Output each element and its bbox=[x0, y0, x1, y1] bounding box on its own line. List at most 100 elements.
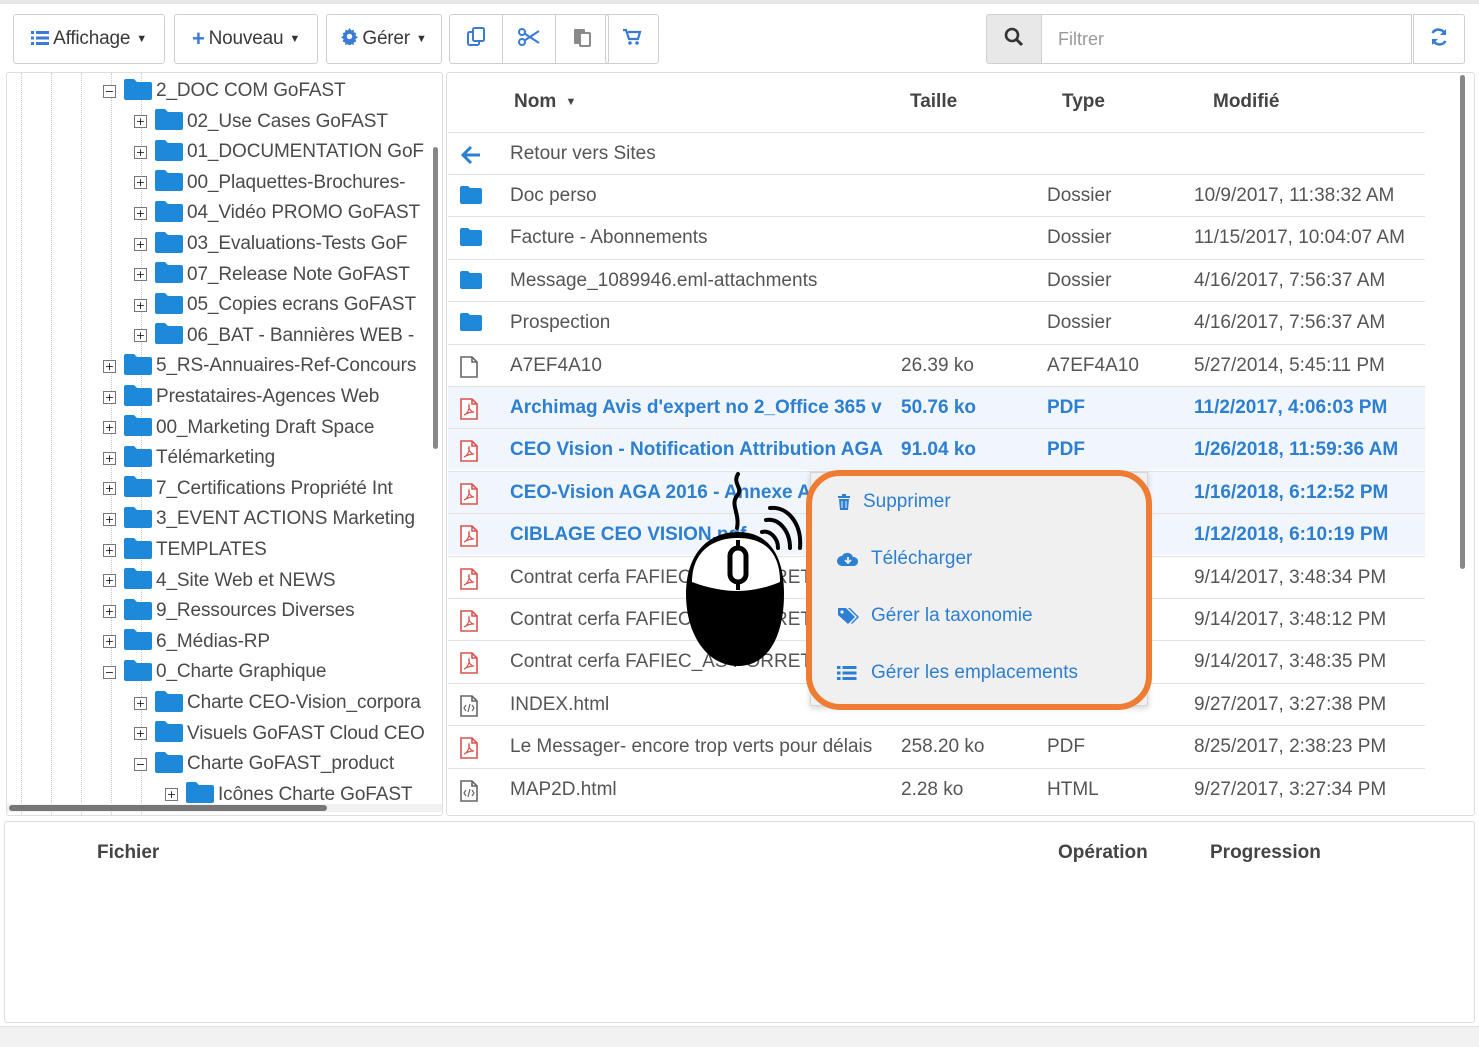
file-row[interactable]: MAP2D.html 2.28 ko HTML 9/27/2017, 3:27:34 … bbox=[448, 767, 1425, 810]
context-menu-delete[interactable]: Supprimer bbox=[837, 487, 951, 517]
tree-item[interactable]: +7_Certifications Propriété Int bbox=[103, 474, 393, 504]
file-type: Dossier bbox=[1047, 269, 1112, 291]
cart-icon bbox=[622, 28, 642, 51]
tree-item[interactable]: +9_Ressources Diverses bbox=[103, 596, 355, 626]
tree-item[interactable]: − 2_DOC COM GoFAST bbox=[103, 76, 346, 106]
tree-guide-line bbox=[51, 73, 52, 815]
tree-item[interactable]: +05_Copies ecrans GoFAST bbox=[134, 290, 416, 320]
column-header-modified[interactable]: Modifié bbox=[1213, 91, 1280, 113]
taxonomy-label: Gérer la taxonomie bbox=[871, 605, 1033, 626]
context-menu-taxonomy[interactable]: Gérer la taxonomie bbox=[837, 601, 1033, 631]
tree-item[interactable]: + Icônes Charte GoFAST bbox=[165, 780, 413, 810]
expand-icon[interactable]: + bbox=[103, 543, 116, 557]
tree-item[interactable]: +3_EVENT ACTIONS Marketing bbox=[103, 504, 415, 534]
new-dropdown-button[interactable]: + Nouveau ▼ bbox=[174, 14, 318, 64]
tree-item[interactable]: − 0_Charte Graphique bbox=[103, 657, 326, 687]
tree-item[interactable]: + Visuels GoFAST Cloud CEO bbox=[134, 719, 425, 749]
context-menu-download[interactable]: Télécharger bbox=[837, 544, 972, 574]
expand-icon[interactable]: + bbox=[103, 451, 116, 465]
collapse-icon[interactable]: − bbox=[103, 665, 116, 679]
expand-icon[interactable]: + bbox=[134, 727, 147, 741]
file-list-vertical-scrollbar[interactable] bbox=[1460, 75, 1465, 569]
folder-icon bbox=[460, 270, 482, 293]
copy-icon bbox=[466, 26, 486, 52]
back-row[interactable]: Retour vers Sites bbox=[448, 132, 1425, 174]
file-size bbox=[901, 175, 1041, 217]
file-row[interactable]: Facture - Abonnements Dossier 11/15/2017, … bbox=[448, 216, 1425, 258]
arrow-left-icon bbox=[460, 144, 482, 166]
file-size bbox=[901, 260, 1041, 302]
file-row[interactable]: Message_1089946.eml-attachments Dossier 4/… bbox=[448, 258, 1425, 302]
tree-item[interactable]: +00_Plaquettes-Brochures- bbox=[134, 168, 405, 198]
tree-item[interactable]: − Charte GoFAST_product bbox=[134, 749, 394, 779]
file-row[interactable]: CEO Vision - Notification Attribution AG… bbox=[448, 428, 1425, 471]
tree-item[interactable]: +01_DOCUMENTATION GoF bbox=[134, 137, 424, 167]
expand-icon[interactable]: + bbox=[103, 421, 116, 435]
tree-item[interactable]: + TEMPLATES bbox=[103, 535, 267, 565]
expand-icon[interactable]: + bbox=[103, 635, 116, 649]
file-modified: 4/16/2017, 7:56:37 AM bbox=[1194, 269, 1386, 291]
paste-button[interactable] bbox=[555, 14, 609, 64]
file-row[interactable]: Le Messager- encore trop verts pour déla… bbox=[448, 725, 1425, 767]
expand-icon[interactable]: + bbox=[134, 696, 147, 710]
cut-button[interactable] bbox=[502, 14, 556, 64]
collapse-icon[interactable]: − bbox=[134, 757, 147, 771]
expand-icon[interactable]: + bbox=[134, 237, 147, 251]
expand-icon[interactable]: + bbox=[165, 788, 178, 802]
refresh-button[interactable] bbox=[1413, 14, 1465, 64]
tree-item[interactable]: +00_Marketing Draft Space bbox=[103, 413, 374, 443]
expand-icon[interactable]: + bbox=[134, 206, 147, 220]
column-header-name[interactable]: Nom ▼ bbox=[514, 91, 576, 113]
expand-icon[interactable]: + bbox=[103, 604, 116, 618]
file-row[interactable]: Prospection Dossier 4/16/2017, 7:56:37 AM bbox=[448, 301, 1425, 343]
column-header-size[interactable]: Taille bbox=[910, 91, 957, 113]
tree-item[interactable]: +4_Site Web et NEWS bbox=[103, 566, 336, 596]
tree-item[interactable]: + Prestataires-Agences Web bbox=[103, 382, 379, 412]
tree-item[interactable]: + Charte CEO-Vision_corpora bbox=[134, 688, 421, 718]
file-type: PDF bbox=[1047, 736, 1085, 758]
filter-input[interactable] bbox=[1041, 14, 1412, 64]
expand-icon[interactable]: + bbox=[134, 115, 147, 129]
upload-header-progress: Progression bbox=[1210, 842, 1321, 863]
expand-icon[interactable]: + bbox=[134, 329, 147, 343]
tree-item[interactable]: +02_Use Cases GoFAST bbox=[134, 107, 388, 137]
column-header-type[interactable]: Type bbox=[1062, 91, 1105, 113]
expand-icon[interactable]: + bbox=[134, 145, 147, 159]
tags-icon bbox=[837, 607, 863, 625]
folder-icon bbox=[124, 353, 152, 380]
file-size bbox=[901, 302, 1041, 344]
expand-icon[interactable]: + bbox=[134, 298, 147, 312]
tree-item[interactable]: +06_BAT - Bannières WEB - bbox=[134, 321, 414, 351]
tree-item[interactable]: +03_Evaluations-Tests GoF bbox=[134, 229, 408, 259]
tree-item[interactable]: +07_Release Note GoFAST bbox=[134, 260, 410, 290]
file-row[interactable]: A7EF4A10 26.39 ko A7EF4A10 5/27/2014, 5:45:… bbox=[448, 343, 1425, 386]
manage-dropdown-button[interactable]: Gérer ▼ bbox=[326, 14, 442, 64]
collapse-icon[interactable]: − bbox=[103, 84, 116, 98]
expand-icon[interactable]: + bbox=[134, 268, 147, 282]
tree-item[interactable]: + Télémarketing bbox=[103, 443, 275, 473]
tree-vertical-scrollbar[interactable] bbox=[433, 147, 438, 449]
file-row[interactable]: Doc perso Dossier 10/9/2017, 11:38:32 AM bbox=[448, 174, 1425, 216]
view-dropdown-button[interactable]: Affichage ▼ bbox=[13, 14, 165, 64]
context-menu-locations[interactable]: Gérer les emplacements bbox=[837, 658, 1078, 688]
expand-icon[interactable]: + bbox=[134, 176, 147, 190]
cart-button[interactable] bbox=[605, 14, 659, 64]
pdf-icon bbox=[460, 440, 482, 463]
expand-icon[interactable]: + bbox=[103, 574, 116, 588]
expand-icon[interactable]: + bbox=[103, 512, 116, 526]
search-button[interactable] bbox=[986, 14, 1042, 64]
file-row[interactable]: Archimag Avis d'expert no 2_Office 365 v… bbox=[448, 386, 1425, 428]
tree-item[interactable]: +04_Vidéo PROMO GoFAST bbox=[134, 198, 420, 228]
tree-item[interactable]: +6_Médias-RP bbox=[103, 627, 270, 657]
trash-icon bbox=[837, 494, 863, 510]
expand-icon[interactable]: + bbox=[103, 482, 116, 496]
expand-icon[interactable]: + bbox=[103, 390, 116, 404]
expand-icon[interactable]: + bbox=[103, 359, 116, 373]
copy-button[interactable] bbox=[449, 14, 503, 64]
folder-icon bbox=[155, 139, 183, 166]
tree-guide-line bbox=[21, 73, 22, 815]
file-name: Message_1089946.eml-attachments bbox=[510, 269, 818, 291]
folder-icon bbox=[460, 313, 482, 335]
tree-item[interactable]: +5_RS-Annuaires-Ref-Concours bbox=[103, 351, 416, 381]
toolbar: Affichage ▼ + Nouveau ▼ Gérer ▼ bbox=[0, 4, 1479, 70]
